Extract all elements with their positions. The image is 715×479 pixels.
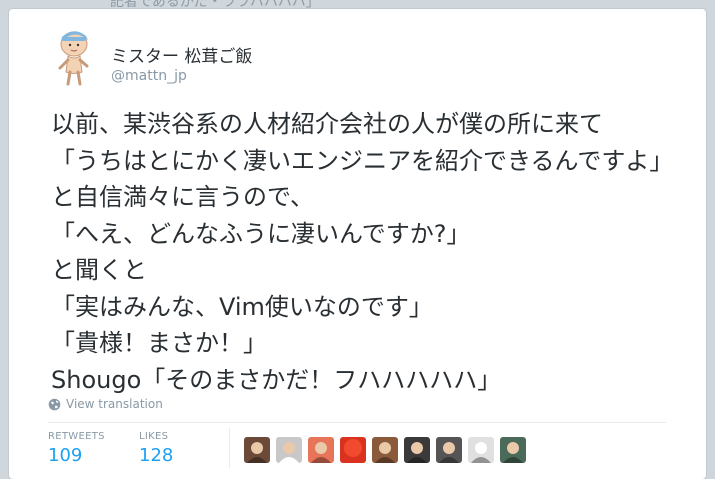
tweet-text-line: 以前、某渋谷系の人材紹介会社の人が僕の所に来て xyxy=(51,110,603,138)
likes-label: LIKES xyxy=(139,431,169,442)
avatar-image-icon xyxy=(500,437,526,463)
tweet-text-line: 「貴様！まさか！」 xyxy=(51,329,267,357)
tweet-text-line: 「へえ、どんなふうに凄いんですか?」 xyxy=(51,219,471,248)
stats-divider xyxy=(48,422,666,423)
tweet-text-line: 「実はみんな、Vim使いなのです」 xyxy=(51,292,433,321)
author-username[interactable]: @mattn_jp xyxy=(111,68,187,84)
liker-avatar-8[interactable] xyxy=(468,437,494,463)
avatar-image-icon xyxy=(340,437,366,463)
view-translation-label: View translation xyxy=(66,397,163,411)
avatar-image-icon xyxy=(436,437,462,463)
likes-count: 128 xyxy=(139,445,174,466)
avatar-image-icon xyxy=(372,437,398,463)
globe-icon xyxy=(48,398,61,410)
likes-stat[interactable]: LIKES 128 xyxy=(139,431,173,466)
liker-avatar-3[interactable] xyxy=(308,437,334,463)
liker-avatar-5[interactable] xyxy=(372,437,398,463)
author-avatar[interactable] xyxy=(52,28,100,88)
avatar-image-icon xyxy=(404,437,430,463)
tweet-text-line: 「うちはとにかく凄いエンジニアを紹介できるんですよ」 xyxy=(51,146,674,175)
retweets-stat[interactable]: RETWEETS 109 xyxy=(48,431,105,466)
avatar-image-icon xyxy=(468,437,494,463)
tweet-text-line: Shougo「そのまさかだ！フハハハハハ」 xyxy=(51,365,502,394)
avatar-image-icon xyxy=(308,437,334,463)
liker-avatar-1[interactable] xyxy=(244,437,270,463)
stats-separator xyxy=(229,428,230,468)
retweets-label: RETWEETS xyxy=(48,431,105,442)
tweet-text-line: と自信満々に言うので、 xyxy=(51,183,315,211)
liker-avatar-7[interactable] xyxy=(436,437,462,463)
liker-avatars xyxy=(244,437,526,463)
tweet-text: 以前、某渋谷系の人材紹介会社の人が僕の所に来て 「うちはとにかく凄いエンジニアを… xyxy=(51,106,701,398)
liker-avatar-9[interactable] xyxy=(500,437,526,463)
retweets-count: 109 xyxy=(48,445,83,466)
tweet-text-line: と聞くと xyxy=(51,256,147,284)
liker-avatar-6[interactable] xyxy=(404,437,430,463)
view-translation-link[interactable]: View translation xyxy=(48,397,163,411)
liker-avatar-4[interactable] xyxy=(340,437,366,463)
cartoon-avatar-icon xyxy=(58,31,89,86)
avatar-image-icon xyxy=(276,437,302,463)
author-display-name[interactable]: ミスター 松茸ご飯 xyxy=(111,42,252,67)
avatar-image-icon xyxy=(244,437,270,463)
liker-avatar-2[interactable] xyxy=(276,437,302,463)
